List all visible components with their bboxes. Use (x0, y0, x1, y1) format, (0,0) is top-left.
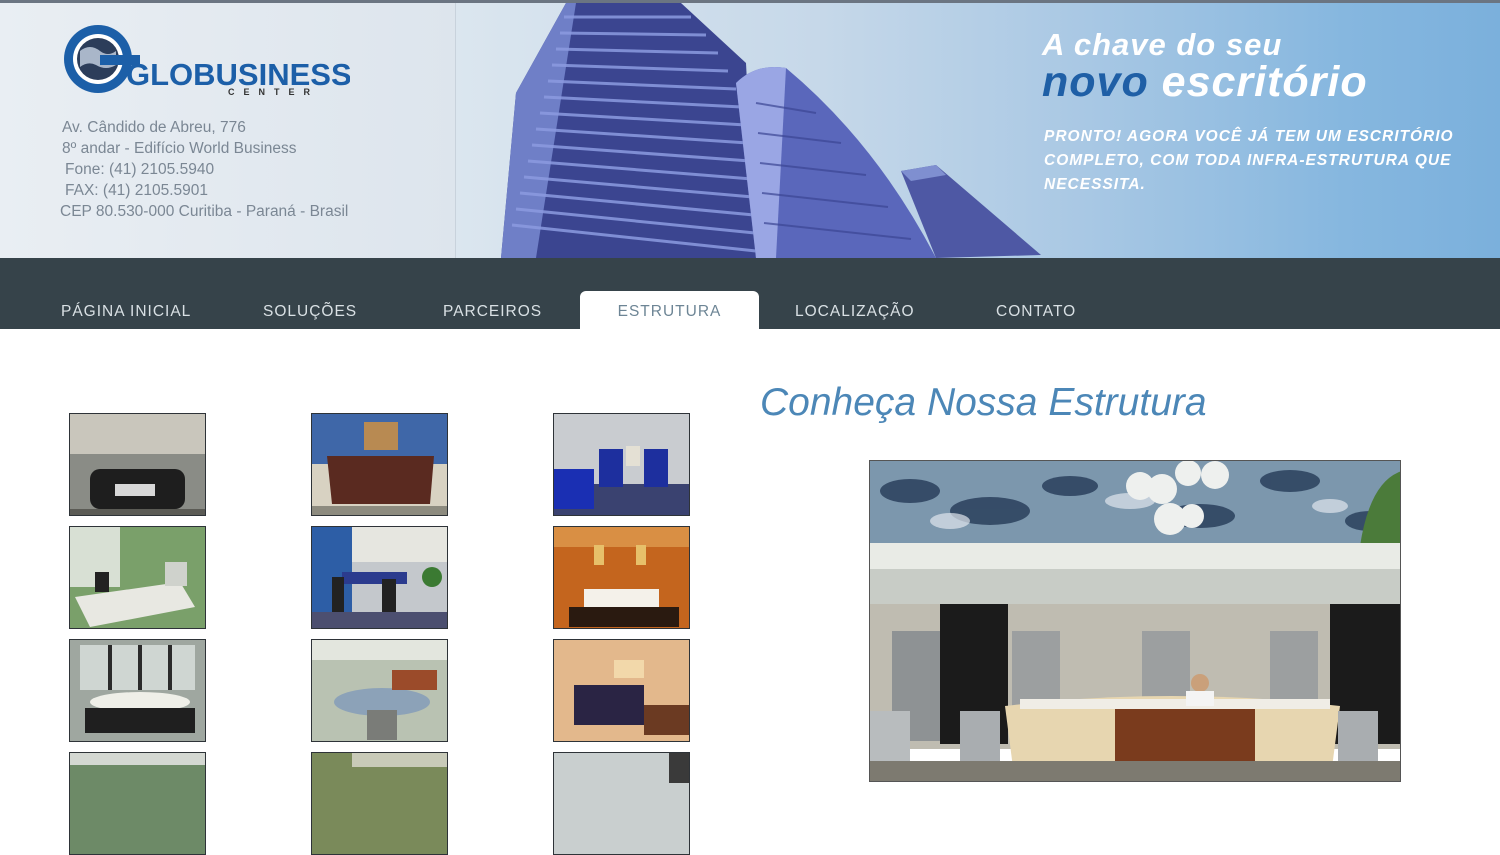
address-block: Av. Cândido de Abreu, 776 8º andar - Edi… (60, 117, 349, 222)
hero-headline-word: escritório (1161, 58, 1368, 106)
hero-headline-line2: novo escritório (1042, 58, 1368, 107)
contact-panel: GLOBUSINESS CENTER Av. Cândido de Abreu,… (0, 3, 456, 258)
nav-item-solutions[interactable]: SOLUÇÕES (263, 303, 357, 321)
site-header: GLOBUSINESS CENTER Av. Cândido de Abreu,… (0, 0, 1500, 258)
gallery-thumb-row4-3[interactable] (553, 752, 690, 855)
nav-item-partners[interactable]: PARCEIROS (443, 303, 542, 321)
gallery-thumb-reception[interactable] (311, 413, 448, 516)
gallery-thumb-waiting-area[interactable] (553, 413, 690, 516)
gallery-thumb-meeting-table[interactable] (311, 639, 448, 742)
nav-item-home[interactable]: PÁGINA INICIAL (61, 303, 191, 321)
gallery-thumb-office-green[interactable] (69, 526, 206, 629)
hero-headline-emphasis: novo (1042, 58, 1149, 106)
featured-photo-lobby (869, 460, 1401, 782)
building-image (501, 3, 1041, 258)
globusiness-logo[interactable]: GLOBUSINESS CENTER (60, 21, 350, 101)
gallery-thumb-row4-1[interactable] (69, 752, 206, 855)
nav-item-contact[interactable]: CONTATO (996, 303, 1076, 321)
hero-tagline: PRONTO! AGORA VOCÊ JÁ TEM UM ESCRITÓRIO … (1044, 128, 1454, 193)
gallery-thumb-lounge[interactable] (553, 639, 690, 742)
zip-line: CEP 80.530-000 Curitiba - Paraná - Brasi… (60, 203, 349, 220)
address-line: Av. Cândido de Abreu, 776 (62, 119, 246, 136)
gallery-thumb-row4-2[interactable] (311, 752, 448, 855)
gallery-thumb-meeting-orange[interactable] (553, 526, 690, 629)
main-nav: PÁGINA INICIAL SOLUÇÕES PARCEIROS ESTRUT… (0, 258, 1500, 329)
page-title: Conheça Nossa Estrutura (760, 381, 1207, 424)
gallery-thumb-lobby[interactable] (69, 413, 206, 516)
address-line: 8º andar - Edifício World Business (62, 140, 297, 157)
nav-item-structure[interactable]: ESTRUTURA (580, 291, 759, 329)
fax-line: FAX: (41) 2105.5901 (65, 182, 209, 199)
gallery-thumb-office-blue[interactable] (311, 526, 448, 629)
logo-subtext: CENTER (228, 87, 319, 97)
gallery-thumb-meeting-window[interactable] (69, 639, 206, 742)
phone-line: Fone: (41) 2105.5940 (65, 161, 215, 178)
nav-item-location[interactable]: LOCALIZAÇÃO (795, 303, 915, 321)
